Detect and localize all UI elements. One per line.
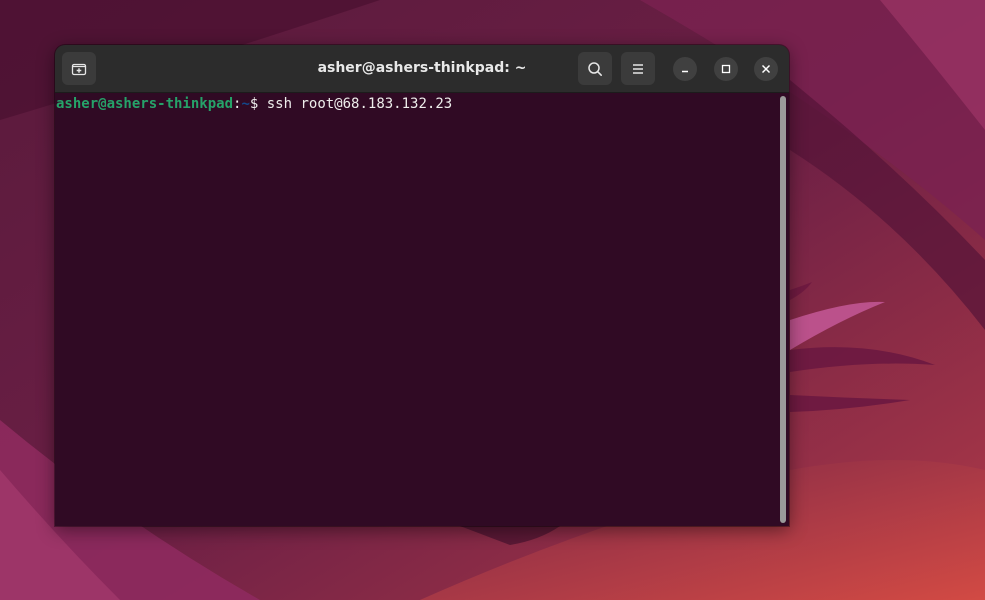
main-menu-button[interactable]	[621, 52, 655, 85]
minimize-button[interactable]	[673, 57, 697, 81]
hamburger-menu-icon	[630, 61, 646, 77]
minimize-icon	[679, 60, 691, 79]
prompt-path: ~	[241, 96, 250, 112]
maximize-button[interactable]	[714, 57, 738, 81]
typed-command: ssh root@68.183.132.23	[266, 96, 453, 112]
maximize-icon	[720, 60, 732, 79]
search-button[interactable]	[578, 52, 612, 85]
vertical-scrollbar[interactable]	[780, 96, 786, 523]
terminal-command-line: asher@ashers-thinkpad:~$ ssh root@68.183…	[56, 95, 452, 113]
close-button[interactable]	[754, 57, 778, 81]
search-icon	[587, 61, 603, 77]
window-headerbar[interactable]: asher@ashers-thinkpad: ~	[55, 45, 789, 93]
terminal-output-area[interactable]: asher@ashers-thinkpad:~$ ssh root@68.183…	[55, 93, 789, 526]
scrollbar-thumb[interactable]	[780, 96, 786, 523]
prompt-symbol: $	[249, 96, 267, 112]
terminal-window: asher@ashers-thinkpad: ~ asher@ashers-th…	[55, 45, 789, 526]
prompt-user-host: asher@ashers-thinkpad	[56, 96, 234, 112]
close-icon	[760, 60, 772, 79]
